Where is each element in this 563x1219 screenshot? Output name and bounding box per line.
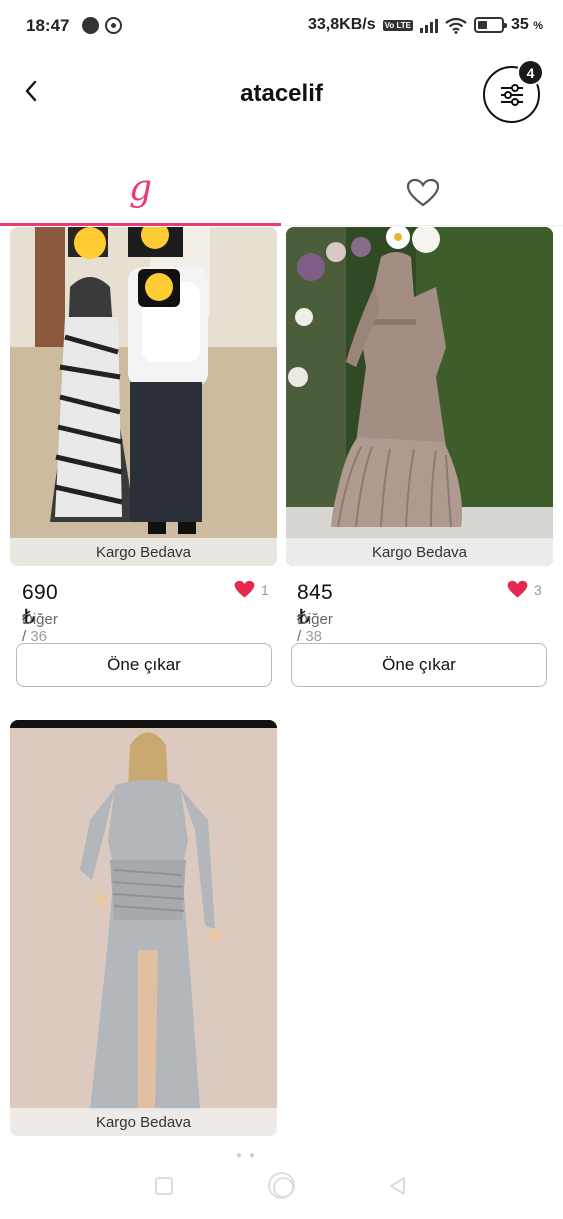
like-counter[interactable]: 1	[234, 580, 269, 599]
free-shipping-badge: Kargo Bedava	[10, 1108, 277, 1136]
tab-listings[interactable]: g	[0, 160, 281, 226]
product-photo[interactable]: Kargo Bedava	[286, 227, 553, 566]
product-category: Diğer	[22, 611, 58, 628]
wifi-icon	[445, 17, 467, 34]
profile-tabs: g	[0, 160, 563, 226]
filter-count-badge: 4	[517, 59, 544, 86]
status-time: 18:47	[26, 16, 70, 35]
page-title: atacelif	[240, 80, 323, 107]
heart-filled-icon	[234, 580, 255, 598]
status-bar: 18:47 33,8KB/s Vo LTE 35 %	[26, 16, 543, 35]
like-count: 1	[261, 581, 269, 598]
product-photo[interactable]: Kargo Bedava	[10, 227, 277, 566]
battery-icon	[473, 17, 507, 33]
like-count: 3	[534, 581, 542, 598]
app-header: atacelif 4	[0, 54, 563, 140]
message-icon	[82, 17, 99, 34]
heart-outline-icon	[406, 178, 439, 207]
filter-sliders-icon	[500, 83, 523, 106]
free-shipping-badge: Kargo Bedava	[10, 538, 277, 566]
recent-apps-icon[interactable]	[155, 1177, 173, 1195]
back-icon[interactable]	[388, 1176, 406, 1196]
product-meta: Diğer / 38	[297, 611, 333, 645]
promote-button[interactable]: Öne çıkar	[291, 643, 547, 687]
active-tab-indicator	[0, 223, 281, 226]
product-image	[286, 227, 553, 566]
battery-level: 35	[510, 16, 529, 33]
promote-button[interactable]: Öne çıkar	[16, 643, 272, 687]
home-icon[interactable]	[268, 1172, 295, 1199]
product-photo[interactable]: Kargo Bedava	[10, 720, 277, 1136]
product-category: Diğer	[297, 611, 333, 628]
signal-icon	[419, 18, 438, 33]
tab-favorites[interactable]	[282, 160, 563, 226]
g-logo-icon: g	[128, 168, 153, 209]
whatsapp-icon	[105, 17, 122, 34]
free-shipping-badge: Kargo Bedava	[286, 538, 553, 566]
net-speed: 33,8KB/s	[308, 16, 376, 33]
volte-icon: Vo LTE	[382, 19, 413, 31]
like-counter[interactable]: 3	[507, 580, 542, 599]
product-image	[10, 720, 277, 1136]
product-meta: Diğer / 36	[22, 611, 58, 645]
system-nav-bar	[0, 1158, 563, 1219]
product-image	[10, 227, 277, 566]
heart-filled-icon	[507, 580, 528, 598]
